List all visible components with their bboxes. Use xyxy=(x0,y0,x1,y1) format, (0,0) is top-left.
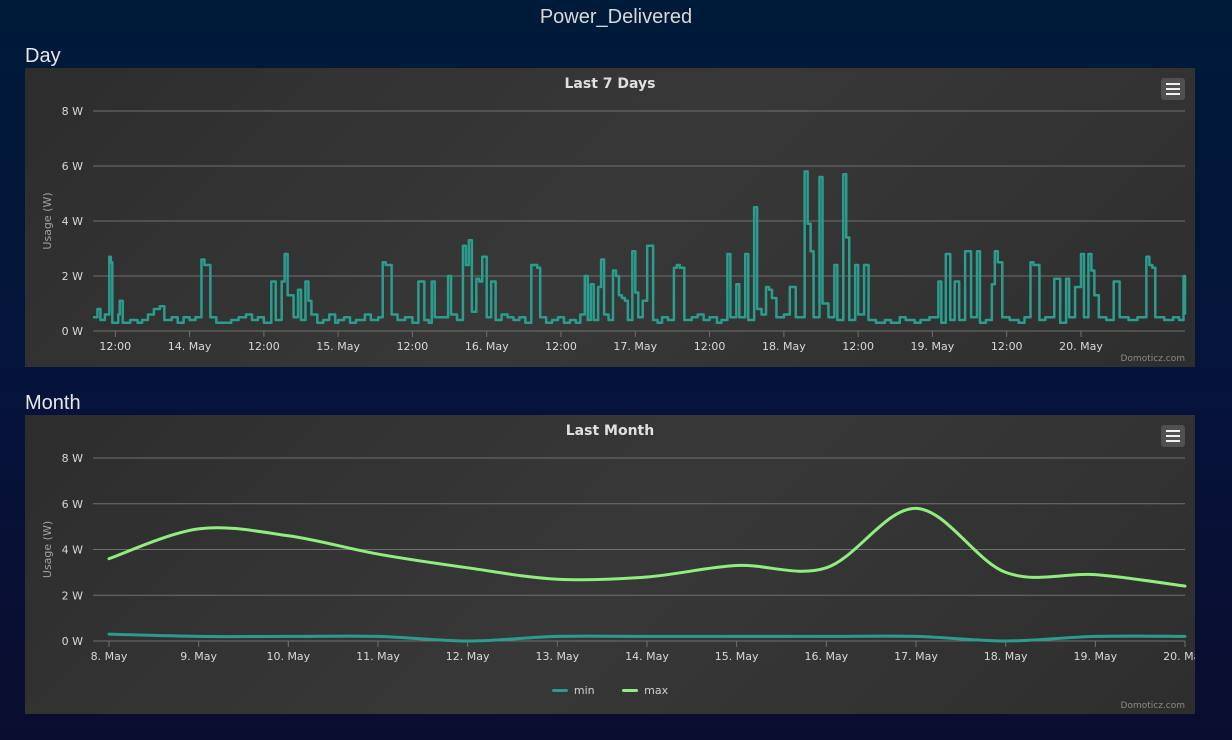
day-y-tick-label: 0 W xyxy=(62,325,83,338)
day-x-tick-label: 12:00 xyxy=(694,340,726,353)
section-title-month: Month xyxy=(25,392,81,414)
day-x-tick-label: 12:00 xyxy=(248,340,280,353)
legend-item-min[interactable]: min xyxy=(551,684,595,697)
day-x-tick-label: 20. May xyxy=(1059,340,1103,353)
month-x-tick-label: 12. May xyxy=(446,650,490,663)
section-title-day: Day xyxy=(25,45,61,67)
month-chart-menu-button[interactable] xyxy=(1161,425,1185,447)
day-x-tick-label: 18. May xyxy=(762,340,806,353)
day-x-tick-label: 12:00 xyxy=(545,340,577,353)
day-x-tick-label: 14. May xyxy=(168,340,212,353)
month-y-tick-label: 4 W xyxy=(62,544,83,557)
month-x-tick-label: 11. May xyxy=(356,650,400,663)
month-x-tick-label: 15. May xyxy=(715,650,759,663)
legend-swatch-max xyxy=(622,689,639,692)
day-chart: 0 W 2 W 4 W 6 W 8 W Usage (W) 12:00 14. May 12:0… xyxy=(41,105,1187,353)
legend-label-min: min xyxy=(573,684,595,697)
month-x-tick-label: 17. May xyxy=(894,650,938,663)
month-y-tick-label: 8 W xyxy=(62,452,83,465)
day-x-tick-label: 16. May xyxy=(465,340,509,353)
month-chart: 0 W 2 W 4 W 6 W 8 W Usage (W) 8. May 9. May 10. … xyxy=(41,452,1195,663)
day-x-tick-label: 12:00 xyxy=(842,340,874,353)
month-x-tick-label: 20. May xyxy=(1163,650,1195,663)
day-chart-title: Last 7 Days xyxy=(564,76,656,92)
day-x-tick-label: 12:00 xyxy=(99,340,131,353)
month-y-tick-label: 2 W xyxy=(62,589,83,602)
month-y-axis-label: Usage (W) xyxy=(41,521,54,578)
day-y-tick-label: 4 W xyxy=(62,215,83,228)
month-chart-panel: 0 W 2 W 4 W 6 W 8 W Usage (W) 8. May 9. May 10. … xyxy=(25,415,1195,714)
month-x-tick-label: 14. May xyxy=(625,650,669,663)
month-x-tick-label: 19. May xyxy=(1073,650,1117,663)
month-x-tick-label: 18. May xyxy=(984,650,1028,663)
month-x-tick-label: 13. May xyxy=(535,650,579,663)
day-x-tick-label: 19. May xyxy=(911,340,955,353)
month-x-tick-label: 9. May xyxy=(180,650,217,663)
day-x-tick-label: 17. May xyxy=(613,340,657,353)
day-y-axis-label: Usage (W) xyxy=(41,192,54,249)
day-y-tick-label: 6 W xyxy=(62,160,83,173)
day-x-tick-label: 12:00 xyxy=(991,340,1023,353)
day-x-tick-label: 15. May xyxy=(316,340,360,353)
day-y-tick-label: 8 W xyxy=(62,105,83,118)
month-y-tick-label: 0 W xyxy=(62,635,83,648)
day-x-tick-label: 12:00 xyxy=(397,340,429,353)
day-series-line xyxy=(93,170,1187,324)
month-chart-legend: min max xyxy=(25,682,1195,697)
month-x-tick-label: 16. May xyxy=(804,650,848,663)
day-y-tick-label: 2 W xyxy=(62,270,83,283)
month-series-min-line xyxy=(107,632,1187,643)
legend-swatch-min xyxy=(551,689,568,692)
day-chart-panel: 0 W 2 W 4 W 6 W 8 W Usage (W) 12:00 14. May 12:0… xyxy=(25,68,1195,367)
month-chart-credit[interactable]: Domoticz.com xyxy=(1121,701,1186,711)
page-title: Power_Delivered xyxy=(539,6,693,28)
legend-label-max: max xyxy=(644,684,669,697)
day-chart-credit[interactable]: Domoticz.com xyxy=(1121,354,1186,364)
month-series-max-line xyxy=(107,506,1187,588)
day-chart-menu-button[interactable] xyxy=(1161,78,1185,100)
month-x-tick-label: 10. May xyxy=(266,650,310,663)
month-y-tick-label: 6 W xyxy=(62,498,83,511)
month-x-tick-label: 8. May xyxy=(91,650,128,663)
legend-item-max[interactable]: max xyxy=(622,684,668,697)
month-chart-title: Last Month xyxy=(565,423,655,439)
